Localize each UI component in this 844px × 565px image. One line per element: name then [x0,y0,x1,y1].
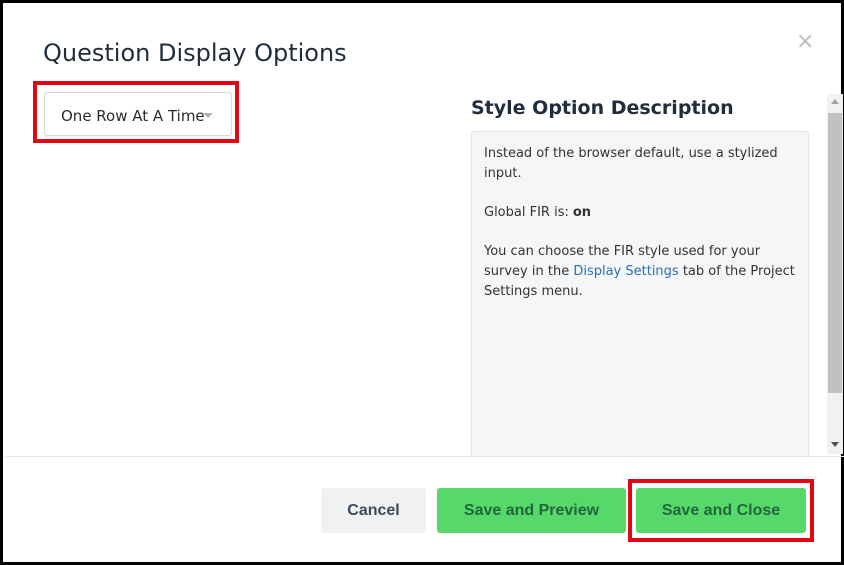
fir-style-note: You can choose the FIR style used for yo… [484,242,796,302]
modal-title: Question Display Options [43,39,347,67]
global-fir-value: on [572,205,592,220]
scrollbar-thumb[interactable] [828,113,842,393]
global-fir-label: Global FIR is: [484,205,569,220]
global-fir-status: Global FIR is: on [484,203,796,223]
save-and-preview-button[interactable]: Save and Preview [437,488,626,533]
description-panel: Instead of the browser default, use a st… [471,131,809,457]
save-close-highlight-box [628,479,814,542]
footer-divider [6,456,844,457]
display-settings-link[interactable]: Display Settings [573,264,678,279]
scroll-up-icon[interactable] [831,99,839,104]
scroll-down-icon[interactable] [831,442,839,447]
close-icon[interactable]: × [796,29,814,54]
dropdown-highlight-box [33,81,239,143]
description-scrollbar[interactable] [827,94,843,454]
description-text: Instead of the browser default, use a st… [484,146,778,181]
cancel-button[interactable]: Cancel [321,488,426,533]
description-heading: Style Option Description [471,97,734,119]
modal-dialog: Question Display Options × One Row At A … [0,0,844,565]
